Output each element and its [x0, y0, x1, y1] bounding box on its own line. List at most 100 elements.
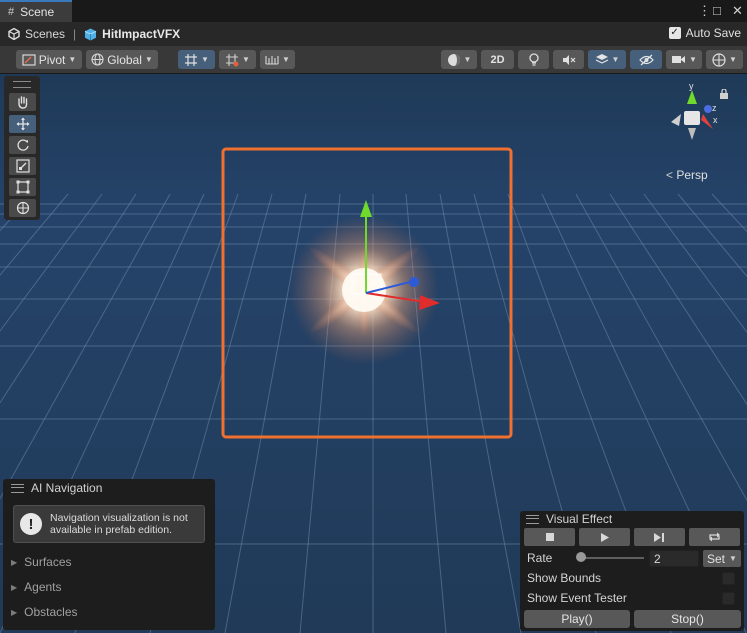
gizmos-dropdown[interactable]: ▼ [706, 50, 743, 69]
layers-icon [595, 54, 608, 64]
mode-2d-toggle[interactable]: 2D [481, 50, 514, 69]
chevron-down-icon: ▼ [729, 554, 737, 563]
snap-increment-toggle[interactable]: ▼ [219, 50, 256, 69]
checkmark-icon[interactable]: ✓ [668, 27, 681, 39]
foldout-label: Obstacles [24, 605, 78, 619]
tab-bar: # Scene ⋮ □ ✕ [0, 0, 747, 22]
pivot-dropdown[interactable]: Pivot ▼ [16, 50, 82, 69]
breadcrumb: Scenes | HitImpactVFX ✓ Auto Save [0, 22, 747, 46]
close-icon[interactable]: ✕ [732, 3, 743, 19]
stop-method-label: Stop() [671, 612, 704, 626]
drag-handle-icon[interactable] [526, 514, 539, 524]
chevron-down-icon: ▼ [729, 55, 737, 64]
vfx-restart-button[interactable] [689, 528, 740, 546]
tab-scene[interactable]: # Scene [0, 0, 72, 22]
hit-impact-particle [289, 215, 439, 365]
gizmo-center-cube[interactable] [684, 111, 700, 125]
rate-slider-track[interactable] [578, 557, 644, 559]
audio-toggle[interactable] [553, 50, 584, 69]
ruler-icon [265, 55, 279, 65]
visual-effect-overlay: Visual Effect Rate 2 Set ▼ Show Bounds S… [520, 511, 744, 631]
stop-icon [545, 533, 554, 541]
speaker-muted-icon [562, 54, 575, 65]
play-method-label: Play() [561, 612, 593, 626]
foldout-agents[interactable]: ▶ Agents [11, 580, 62, 594]
chevron-right-icon: ▶ [11, 607, 18, 617]
globe-icon [91, 53, 104, 66]
show-bounds-label: Show Bounds [527, 571, 602, 585]
gizmo-x-cone[interactable] [701, 114, 713, 129]
drag-handle-icon[interactable] [13, 81, 31, 88]
drag-handle-icon[interactable] [11, 483, 24, 493]
more-options-icon[interactable]: ⋮ [698, 3, 711, 19]
chevron-down-icon: ▼ [689, 55, 697, 64]
effects-dropdown[interactable]: ▼ [588, 50, 626, 69]
gizmo-z-cone[interactable] [704, 105, 712, 113]
gizmo-sphere-icon [712, 52, 726, 67]
autosave-toggle[interactable]: ✓ Auto Save [668, 26, 741, 40]
pivot-icon [22, 53, 36, 66]
vfx-step-button[interactable] [634, 528, 685, 546]
breadcrumb-scenes[interactable]: Scenes [8, 27, 65, 41]
vfx-stop-button[interactable] [524, 528, 575, 546]
projection-label: Persp [676, 168, 708, 182]
stop-method-button[interactable]: Stop() [634, 610, 741, 628]
foldout-obstacles[interactable]: ▶ Obstacles [11, 605, 78, 619]
rate-set-dropdown[interactable]: Set ▼ [703, 550, 741, 567]
rect-tool-button[interactable] [9, 178, 36, 196]
chevron-down-icon: ▼ [201, 55, 209, 64]
show-event-tester-checkbox[interactable] [722, 592, 735, 605]
breadcrumb-scenes-label: Scenes [25, 27, 66, 41]
global-dropdown[interactable]: Global ▼ [86, 50, 158, 69]
set-label: Set [707, 551, 726, 566]
scale-tool-button[interactable] [9, 157, 36, 175]
vfx-play-button[interactable] [579, 528, 630, 546]
scene-toolbar: Pivot ▼ Global ▼ ▼ ▼ ▼ ▼ 2D ▼ ▼ ▼ [0, 46, 747, 74]
hand-icon [17, 96, 27, 109]
chevron-right-icon: ▶ [11, 557, 18, 567]
maximize-icon[interactable]: □ [713, 3, 721, 18]
restart-icon [709, 532, 720, 542]
lock-icon[interactable] [720, 89, 728, 99]
gizmo-z-label: z [712, 103, 717, 113]
grid-visibility-toggle[interactable]: ▼ [178, 50, 215, 69]
mode-2d-label: 2D [490, 53, 505, 66]
chevron-down-icon: ▼ [282, 55, 290, 64]
eye-slash-icon [638, 54, 654, 65]
gizmo-neg-y-cone[interactable] [688, 128, 696, 140]
show-bounds-checkbox[interactable] [722, 572, 735, 585]
rect-tool-icon [16, 180, 29, 194]
move-tool-button[interactable] [9, 115, 36, 133]
camera-dropdown[interactable]: ▼ [666, 50, 702, 69]
scene-visibility-toggle[interactable] [630, 50, 662, 69]
play-method-button[interactable]: Play() [524, 610, 630, 628]
foldout-surfaces[interactable]: ▶ Surfaces [11, 555, 72, 569]
transform-tool-button[interactable] [9, 199, 36, 217]
breadcrumb-prefab-label: HitImpactVFX [102, 27, 181, 41]
rate-slider-thumb[interactable] [575, 552, 586, 562]
unity-logo-icon [8, 28, 20, 40]
autosave-label: Auto Save [685, 26, 741, 40]
hand-tool-button[interactable] [9, 93, 36, 111]
breadcrumb-separator: | [73, 27, 77, 41]
orientation-gizmo[interactable]: y z x [657, 82, 727, 152]
shaded-sphere-icon [447, 53, 460, 66]
visual-effect-title: Visual Effect [546, 512, 613, 526]
breadcrumb-prefab[interactable]: HitImpactVFX [84, 27, 180, 41]
global-label: Global [107, 52, 142, 67]
gizmo-y-cone[interactable] [687, 90, 697, 104]
chevron-down-icon: ▼ [68, 55, 77, 64]
projection-toggle[interactable]: < Persp [666, 168, 708, 182]
transform-icon [16, 201, 29, 215]
snap-settings-toggle[interactable]: ▼ [260, 50, 295, 69]
chevron-down-icon: ▼ [144, 55, 153, 64]
grid-icon: # [8, 6, 15, 18]
shading-mode-dropdown[interactable]: ▼ [441, 50, 477, 69]
rotate-tool-button[interactable] [9, 136, 36, 154]
help-box: ! Navigation visualization is not availa… [13, 505, 205, 543]
lighting-toggle[interactable] [518, 50, 549, 69]
chevron-right-icon: ▶ [11, 582, 18, 592]
gizmo-x-label: x [713, 115, 718, 125]
rate-value-field[interactable]: 2 [649, 550, 699, 567]
gizmo-neg-x-cone[interactable] [671, 114, 681, 126]
